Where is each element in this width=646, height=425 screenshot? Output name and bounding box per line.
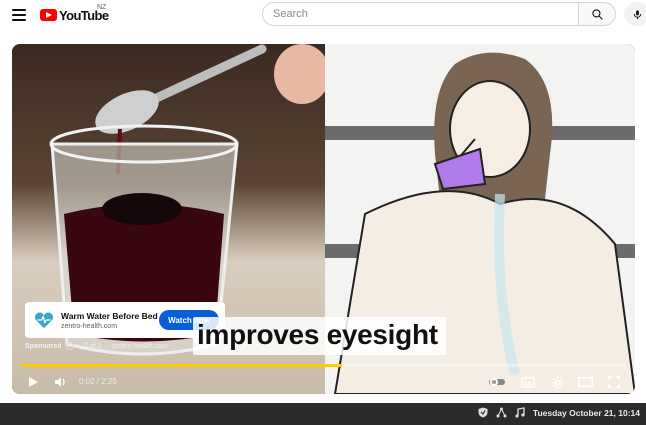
- microphone-icon: [633, 9, 641, 19]
- volume-icon: [54, 377, 65, 387]
- network-icon[interactable]: [496, 407, 507, 418]
- ad-count: 2 of 2: [83, 342, 102, 350]
- progress-bar[interactable]: [21, 364, 626, 367]
- player-controls: 0:02 / 2:25: [12, 370, 635, 394]
- settings-button[interactable]: [548, 373, 566, 391]
- separator-dot: ·: [105, 342, 108, 350]
- masthead: YouTube NZ: [0, 0, 646, 36]
- search-icon: [591, 8, 603, 20]
- youtube-play-icon: [40, 9, 57, 21]
- sponsored-label: Sponsored: [25, 342, 62, 350]
- separator-dot: ·: [77, 342, 80, 350]
- info-icon[interactable]: i: [65, 342, 74, 350]
- fullscreen-icon: [608, 376, 620, 388]
- video-player[interactable]: Warm Water Before Bed zentro-health.com …: [12, 44, 635, 394]
- system-taskbar: Tuesday October 21, 10:14: [0, 403, 646, 425]
- menu-icon[interactable]: [12, 9, 26, 21]
- shield-icon[interactable]: [478, 407, 488, 418]
- music-note-icon[interactable]: [515, 407, 525, 418]
- play-icon: [29, 377, 38, 387]
- subtitles-button[interactable]: [519, 373, 537, 391]
- ad-meta-domain[interactable]: zentro-health.com: [112, 343, 168, 350]
- autoplay-icon: [489, 378, 505, 386]
- search-input[interactable]: [262, 2, 578, 26]
- region-code: NZ: [97, 4, 107, 11]
- system-tray: Tuesday October 21, 10:14: [478, 407, 640, 418]
- ad-domain[interactable]: zentro-health.com: [61, 323, 158, 330]
- voice-search-button[interactable]: [624, 2, 646, 26]
- search-button[interactable]: [578, 2, 616, 26]
- theater-mode-button[interactable]: [576, 373, 594, 391]
- search-bar: [262, 2, 616, 26]
- ad-meta: Sponsored i · 2 of 2 · zentro-health.com: [25, 342, 168, 350]
- clock[interactable]: Tuesday October 21, 10:14: [533, 408, 640, 418]
- volume-button[interactable]: [51, 373, 69, 391]
- subtitles-icon: [521, 376, 535, 388]
- autoplay-toggle[interactable]: [488, 373, 506, 391]
- video-caption: improves eyesight: [193, 317, 446, 355]
- heart-pulse-icon: [33, 309, 55, 331]
- progress-fill: [21, 364, 342, 367]
- time-display: 0:02 / 2:25: [79, 377, 117, 386]
- ad-text: Warm Water Before Bed zentro-health.com: [61, 311, 158, 330]
- ad-title[interactable]: Warm Water Before Bed: [61, 311, 158, 321]
- play-button[interactable]: [24, 373, 42, 391]
- gear-icon: [551, 376, 563, 388]
- fullscreen-button[interactable]: [605, 373, 623, 391]
- theater-icon: [577, 377, 593, 387]
